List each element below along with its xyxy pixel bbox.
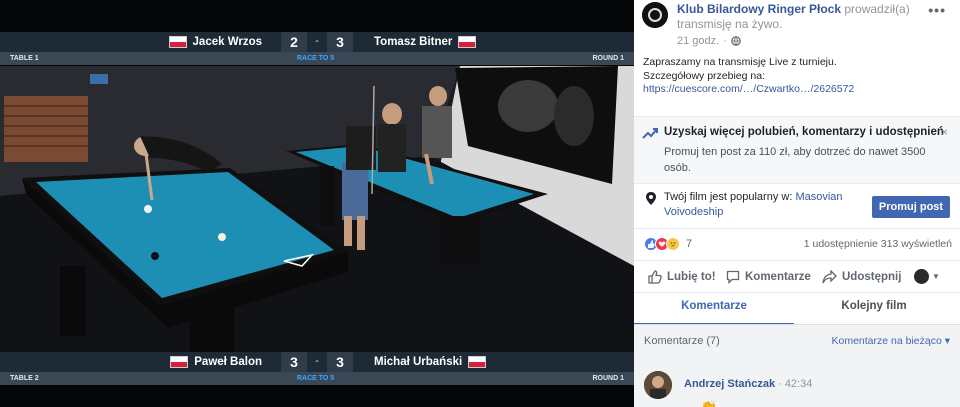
comments-count: Komentarze (7)	[644, 335, 720, 347]
trend-up-icon	[642, 128, 658, 139]
bottom-race-label: RACE TO 5	[296, 375, 335, 382]
top-infobar: TABLE 1 RACE TO 5 ROUND 1	[0, 52, 634, 65]
top-scorebox: 2 - 3	[281, 32, 353, 52]
comment-label: Komentarze	[745, 271, 811, 283]
sad-reaction-icon	[666, 237, 680, 251]
poland-flag-icon	[170, 356, 189, 368]
post-text-line: Zapraszamy na transmisję Live z turnieju…	[643, 56, 837, 68]
popular-notice: Twój film jest popularny w: Masovian Voi…	[634, 184, 960, 226]
top-player-right-name: Tomasz Bitner	[374, 36, 453, 48]
promote-post-button[interactable]: Promuj post	[872, 196, 950, 218]
top-score-right: 3	[327, 32, 353, 52]
globe-icon[interactable]	[731, 36, 741, 46]
thumbs-up-icon	[648, 270, 662, 284]
comment-time: · 42:34	[778, 378, 813, 390]
bottom-player-left: Paweł Balon	[170, 356, 262, 368]
post-text-line: Szczegółowy przebieg na:	[643, 69, 765, 82]
commenter-avatar[interactable]	[644, 371, 672, 399]
post-timestamp: 21 godz. ·	[677, 35, 741, 47]
reactions-count[interactable]: 7	[686, 238, 692, 250]
top-score-left: 2	[281, 32, 307, 52]
commenter-name-link[interactable]: Andrzej Stańczak	[684, 378, 775, 390]
post-sidebar: Klub Bilardowy Ringer Płock prowadził(a)…	[634, 0, 960, 407]
page-name-link[interactable]: Klub Bilardowy Ringer Płock	[677, 2, 841, 16]
poland-flag-icon	[468, 356, 487, 368]
dot-separator: ·	[723, 35, 727, 47]
comment-button[interactable]: Komentarze	[726, 270, 811, 284]
promotion-box: Uzyskaj więcej polubień, komentarzy i ud…	[634, 116, 960, 184]
post-stats: 7 1 udostępnienie 313 wyświetleń	[634, 228, 960, 258]
video-frame	[0, 66, 634, 352]
bottom-player-left-name: Paweł Balon	[194, 356, 262, 368]
top-player-left-name: Jacek Wrzos	[192, 36, 262, 48]
page-avatar-small	[914, 269, 929, 284]
clapping-hands-icon: 👏	[700, 399, 718, 407]
close-icon[interactable]: ×	[941, 125, 948, 139]
poland-flag-icon	[458, 36, 477, 48]
bottom-score-separator: -	[307, 352, 327, 372]
bottom-player-right: Michał Urbański	[374, 356, 487, 368]
tab-comments[interactable]: Komentarze	[634, 293, 794, 325]
post-as-selector[interactable]: ▼	[914, 269, 940, 284]
post-time[interactable]: 21 godz.	[677, 35, 719, 47]
promo-description: Promuj ten post za 110 zł, aby dotrzeć d…	[664, 146, 926, 174]
live-video-player[interactable]: Jacek Wrzos 2 - 3 Tomasz Bitner TABLE 1 …	[0, 0, 634, 407]
top-race-label: RACE TO 5	[296, 55, 335, 62]
top-table-label: TABLE 1	[10, 55, 39, 62]
top-score-separator: -	[307, 32, 327, 52]
commenter-name-line: Andrzej Stańczak · 42:34	[684, 378, 812, 390]
bottom-score-left: 3	[281, 352, 307, 372]
pool-hall-scene	[0, 66, 634, 352]
comments-section: Komentarze (7) Komentarze na bieżąco ▾ A…	[634, 324, 960, 407]
like-label: Lubię to!	[667, 271, 716, 283]
share-label: Udostępnij	[842, 271, 902, 283]
bottom-scorebar: Paweł Balon 3 - 3 Michał Urbański	[0, 352, 634, 372]
chevron-down-icon: ▼	[932, 272, 940, 281]
share-arrow-icon	[822, 270, 837, 284]
bottom-infobar: TABLE 2 RACE TO 5 ROUND 1	[0, 372, 634, 385]
bottom-score-right: 3	[327, 352, 353, 372]
comment-icon	[726, 270, 740, 284]
top-round-label: ROUND 1	[592, 55, 624, 62]
top-scorebar: Jacek Wrzos 2 - 3 Tomasz Bitner	[0, 32, 634, 52]
like-button[interactable]: Lubię to!	[648, 270, 716, 284]
more-options-button[interactable]: •••	[928, 2, 946, 18]
popular-label: Twój film jest popularny w:	[664, 191, 793, 203]
location-pin-icon	[646, 192, 656, 205]
bottom-round-label: ROUND 1	[592, 375, 624, 382]
post-header-text: Klub Bilardowy Ringer Płock prowadził(a)…	[677, 2, 917, 32]
shares-views-count[interactable]: 1 udostępnienie 313 wyświetleń	[804, 238, 952, 250]
post-link[interactable]: https://cuescore.com/…/Czwartko…/2626572	[643, 83, 854, 95]
post-actions: Lubię to! Komentarze Udostępnij ▼	[634, 260, 960, 292]
poland-flag-icon	[168, 36, 187, 48]
tab-next-video[interactable]: Kolejny film	[794, 293, 954, 325]
share-button[interactable]: Udostępnij	[822, 270, 901, 284]
promo-title: Uzyskaj więcej polubień, komentarzy i ud…	[664, 126, 944, 138]
bottom-player-right-name: Michał Urbański	[374, 356, 463, 368]
user-avatar-icon	[644, 371, 672, 399]
top-player-left: Jacek Wrzos	[168, 36, 262, 48]
popular-text: Twój film jest popularny w: Masovian Voi…	[664, 190, 864, 220]
comments-sort-dropdown[interactable]: Komentarze na bieżąco ▾	[831, 335, 950, 347]
reaction-icons[interactable]	[644, 237, 680, 251]
bottom-table-label: TABLE 2	[10, 375, 39, 382]
page-logo-icon	[642, 2, 668, 28]
top-player-right: Tomasz Bitner	[374, 36, 477, 48]
bottom-scorebox: 3 - 3	[281, 352, 353, 372]
video-tabs: Komentarze Kolejny film	[634, 292, 960, 325]
page-avatar[interactable]	[642, 2, 668, 28]
post-body: Zapraszamy na transmisję Live z turnieju…	[643, 56, 953, 97]
